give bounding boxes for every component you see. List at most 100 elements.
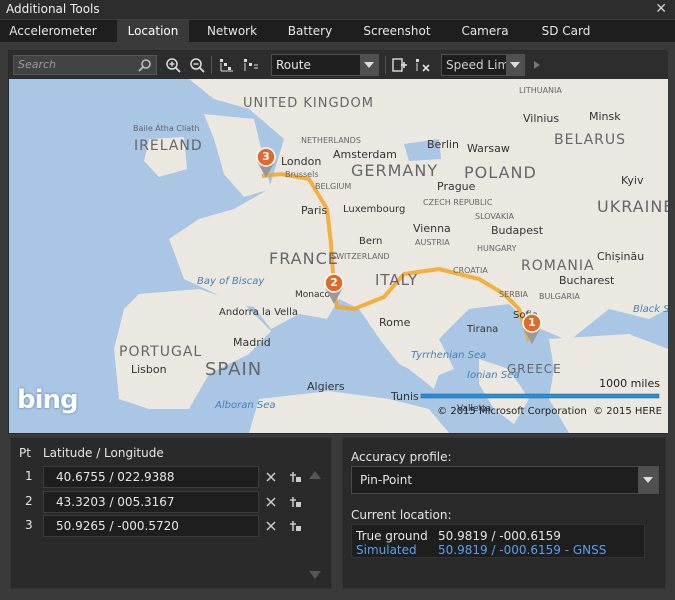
play-button[interactable] [527, 55, 547, 75]
locate-pin-icon [290, 472, 301, 482]
country-label: POLAND [464, 163, 537, 182]
latlon-header: Latitude / Longitude [43, 446, 164, 460]
region-label: SWITZERLAND [331, 252, 390, 261]
zoom-out-button[interactable] [187, 55, 207, 75]
zoom-in-button[interactable] [163, 55, 183, 75]
search-icon[interactable] [138, 58, 152, 72]
point-latlon-field[interactable]: 50.9265 / -000.5720 [43, 515, 259, 537]
tab-battery[interactable]: Battery [277, 20, 343, 42]
simulated-value: 50.9819 / -000.6159 - GNSS [438, 543, 607, 557]
locate-point-button[interactable] [289, 517, 303, 536]
remove-point-button[interactable] [265, 493, 277, 511]
search-input[interactable]: Search [13, 55, 157, 75]
chevron-down-icon [309, 571, 321, 579]
tab-bar: Accelerometer Location Network Battery S… [0, 20, 675, 42]
close-icon[interactable]: ✕ [655, 1, 667, 17]
scroll-up-button[interactable] [309, 468, 321, 479]
bing-logo: bing [17, 385, 79, 415]
region-label: NETHERLANDS [301, 136, 361, 145]
add-pin-button[interactable] [389, 55, 409, 75]
point-row: 1 40.6755 / 022.9388 [11, 466, 333, 488]
accuracy-profile-select[interactable]: Pin-Point [351, 466, 659, 494]
region-label: AUSTRIA [415, 238, 450, 247]
sea-label: Ionian Sea [467, 370, 520, 381]
region-label: CZECH REPUBLIC [423, 198, 493, 207]
country-label: UKRAINE [597, 197, 668, 216]
window-title: Additional Tools [6, 2, 100, 16]
scale-label: 1000 miles [599, 377, 660, 390]
location-panel: Search Route Speed Limit UNITED KINGDOM … [0, 42, 675, 600]
country-label: ITALY [375, 271, 419, 289]
points-panel: Pt Latitude / Longitude 1 40.6755 / 022.… [10, 437, 332, 589]
point-number: 3 [25, 518, 33, 532]
sea-label: Bay of Biscay [197, 276, 265, 287]
city-label: Amsterdam [333, 148, 397, 161]
tab-location[interactable]: Location [117, 20, 189, 42]
pin-number: 1 [528, 316, 536, 329]
country-label: IRELAND [134, 138, 203, 154]
city-label: Tunis [391, 390, 419, 403]
simulated-label: Simulated [356, 543, 417, 557]
point-latlon-field[interactable]: 40.6755 / 022.9388 [43, 466, 259, 488]
map-view[interactable]: UNITED KINGDOM IRELAND GERMANY POLAND BE… [9, 79, 668, 433]
sea-label: Black Sea [633, 304, 668, 315]
country-label: ROMANIA [521, 258, 595, 274]
country-label: PORTUGAL [119, 344, 203, 360]
tab-network[interactable]: Network [198, 20, 266, 42]
point-latlon-field[interactable]: 43.3203 / 005.3167 [43, 491, 259, 513]
locate-point-button[interactable] [289, 493, 303, 512]
region-label: CROATIA [453, 266, 488, 275]
tab-accelerometer[interactable]: Accelerometer [0, 20, 106, 42]
point-row: 3 50.9265 / -000.5720 [11, 515, 333, 537]
locate-point-button[interactable] [289, 468, 303, 487]
remove-point-button[interactable] [265, 468, 277, 486]
chevron-down-icon [638, 467, 658, 493]
map-pin-2[interactable]: 2 [323, 273, 345, 305]
scroll-down-button[interactable] [309, 568, 321, 579]
tab-screenshot[interactable]: Screenshot [354, 20, 440, 42]
true-ground-value: 50.9819 / -000.6159 [438, 529, 561, 543]
locate-pin-icon [290, 497, 301, 507]
pt-header: Pt [19, 446, 31, 460]
tab-camera[interactable]: Camera [452, 20, 518, 42]
toolbar-divider [211, 56, 212, 74]
pin-mode-button[interactable] [217, 55, 237, 75]
city-label: Kyiv [621, 174, 644, 187]
map-pin-3[interactable]: 3 [255, 147, 277, 179]
clear-pins-button[interactable] [413, 55, 433, 75]
route-mode-select[interactable]: Route [271, 54, 379, 76]
city-label: Algiers [307, 380, 345, 393]
region-label: SLOVAKIA [475, 212, 514, 221]
chevron-down-icon [506, 55, 524, 75]
city-label: Brussels [285, 170, 319, 179]
city-label: Berlin [427, 138, 459, 151]
city-label: Budapest [491, 224, 544, 237]
map-frame: Search Route Speed Limit UNITED KINGDOM … [8, 50, 668, 434]
map-toolbar: Search Route Speed Limit [9, 51, 668, 79]
remove-point-button[interactable] [265, 517, 277, 535]
current-location-box: True ground 50.9819 / -000.6159 Simulate… [351, 524, 645, 558]
region-label: BULGARIA [539, 292, 580, 301]
region-label: HUNGARY [477, 244, 517, 253]
zoom-in-icon [166, 58, 181, 73]
pin-number: 2 [330, 276, 338, 289]
sea-label: Alboran Sea [215, 400, 276, 411]
tab-sd-card[interactable]: SD Card [530, 20, 602, 42]
zoom-out-icon [190, 58, 205, 73]
city-label: Vienna [413, 222, 451, 235]
city-label: Prague [437, 180, 476, 193]
country-label: LITHUANIA [519, 86, 562, 95]
city-label: London [281, 155, 322, 168]
region-label: SERBIA [499, 290, 529, 299]
title-bar: Additional Tools ✕ [0, 0, 675, 20]
city-label: Bern [359, 236, 383, 247]
current-location-label: Current location: [351, 508, 452, 522]
search-placeholder: Search [18, 58, 57, 71]
speed-mode-select[interactable]: Speed Limit [441, 54, 525, 76]
toolbar-divider [385, 56, 386, 74]
chevron-up-icon [309, 471, 321, 479]
map-copyright: © 2015 Microsoft Corporation © 2015 HERE [437, 406, 662, 417]
country-label: GERMANY [351, 161, 439, 180]
map-pin-1[interactable]: 1 [521, 313, 543, 345]
live-mode-button[interactable] [241, 55, 261, 75]
